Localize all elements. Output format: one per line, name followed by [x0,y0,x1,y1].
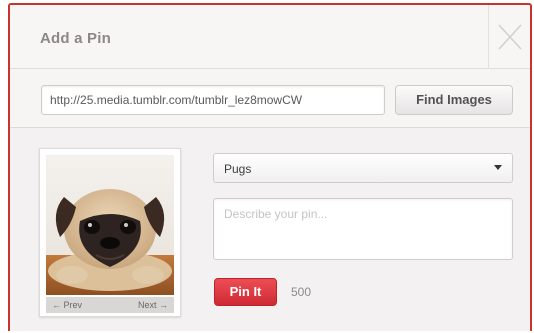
pin-form-body: ← Prev Next → Pugs Pin It 500 [10,128,530,331]
dialog-header: Add a Pin [10,5,530,69]
close-icon [498,24,522,50]
url-row: Find Images [10,69,530,128]
character-count: 500 [291,285,312,299]
add-pin-dialog: Add a Pin Find Images [8,3,532,331]
description-input[interactable] [213,198,513,260]
dialog-title: Add a Pin [40,30,111,47]
next-image-link[interactable]: Next → [138,300,168,310]
board-select[interactable]: Pugs [213,153,513,183]
find-images-button[interactable]: Find Images [395,85,513,115]
pug-photo [46,155,174,295]
board-selected-value: Pugs [224,162,252,176]
image-preview: ← Prev Next → [39,148,181,317]
preview-nav: ← Prev Next → [46,297,174,313]
page: Add a Pin Find Images [0,0,534,333]
pin-it-button[interactable]: Pin It [214,278,277,306]
prev-image-link[interactable]: ← Prev [52,300,82,310]
close-button[interactable] [488,5,530,69]
url-input[interactable] [41,85,385,115]
caret-down-icon [494,165,502,170]
